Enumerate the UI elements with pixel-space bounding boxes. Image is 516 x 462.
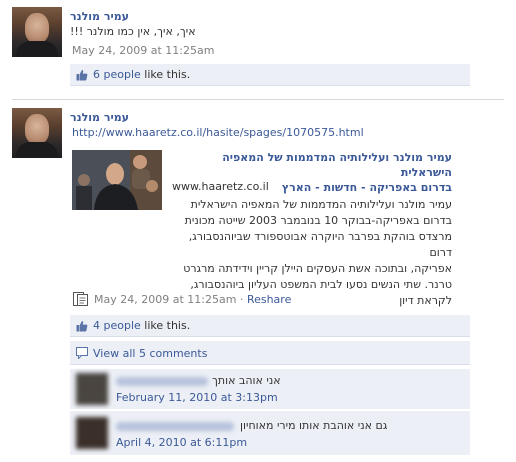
post-message: איך, איך, אין כמו מולנר !!!: [70, 25, 196, 38]
link-preview-title-line: עמיר מולנר ועלילותיה המדממות של המאפיה ה…: [222, 151, 452, 179]
likes-count-link[interactable]: 6 people: [93, 68, 141, 81]
likes-bar: 6 people like this.: [70, 64, 470, 86]
post-author-name[interactable]: עמיר מולנר: [70, 111, 129, 124]
avatar-shirt: [16, 41, 58, 57]
meta-separator: ·: [236, 293, 247, 306]
likes-count-link[interactable]: 4 people: [93, 319, 141, 332]
view-all-comments-link[interactable]: View all 5 comments: [93, 347, 207, 360]
avatar-face: [25, 13, 49, 43]
commenter-avatar[interactable]: [76, 373, 108, 405]
comment-timestamp[interactable]: February 11, 2010 at 3:13pm: [116, 391, 278, 404]
comment-timestamp[interactable]: April 4, 2010 at 6:11pm: [116, 436, 247, 449]
reshare-link[interactable]: Reshare: [247, 293, 291, 306]
avatar-shirt: [16, 142, 58, 158]
post-timestamp[interactable]: May 24, 2009 at 11:25am: [94, 293, 236, 306]
likes-text: 4 people like this.: [93, 319, 190, 332]
likes-text: 6 people like this.: [93, 68, 190, 81]
commenter-name[interactable]: [116, 377, 208, 386]
preview-photo-icon: [72, 150, 162, 210]
view-all-comments-bar[interactable]: View all 5 comments: [70, 341, 470, 365]
link-preview-desc-line: בדרום באפריקה-בבוקר 10 בנובמבר 2003 שייט…: [184, 214, 452, 227]
author-avatar[interactable]: [12, 108, 62, 158]
link-preview-thumbnail[interactable]: [72, 150, 162, 210]
post-timestamp[interactable]: May 24, 2009 at 11:25am: [72, 44, 214, 57]
commenter-name[interactable]: [116, 422, 234, 431]
link-attachment-icon: [73, 292, 88, 306]
comment-bubble-icon: [76, 347, 88, 359]
likes-suffix: like this.: [140, 68, 191, 81]
comment-item: גם אני אוהבת אותו מירי מאוחיון April 4, …: [70, 411, 470, 456]
post-meta-row: May 24, 2009 at 11:25am · Reshare: [94, 293, 291, 306]
link-preview-desc-line: טרנר. שתי הנשים נסעו לבית המשפט העליון ב…: [190, 278, 452, 291]
link-preview-desc-line: מרצדס בוהקת בפרבר היוקרה אבוטספורד שביוה…: [188, 230, 452, 259]
commenter-avatar[interactable]: [76, 417, 108, 449]
link-preview-domain: www.haaretz.co.il: [172, 180, 269, 193]
comment-item: אני אוהב אותך February 11, 2010 at 3:13p…: [70, 369, 470, 410]
likes-bar: 4 people like this.: [70, 315, 470, 337]
likes-suffix: like this.: [140, 319, 191, 332]
comment-text: גם אני אוהבת אותו מירי מאוחיון: [240, 419, 388, 432]
post-author-name[interactable]: עמיר מולנר: [70, 10, 129, 23]
author-avatar[interactable]: [12, 7, 62, 57]
link-preview-desc-line: עמיר מולנר ועלילותיה המדממות של המאפיה ה…: [190, 198, 452, 211]
story-divider: [12, 99, 504, 100]
like-thumb-icon: [76, 70, 88, 81]
comment-text: אני אוהב אותך: [212, 374, 281, 387]
avatar-face: [25, 114, 49, 144]
link-preview-desc-line: אפריקה, ובתוכה אשת העסקים היילן קריין וי…: [183, 262, 452, 275]
like-thumb-icon: [76, 321, 88, 332]
shared-link-url[interactable]: http://www.haaretz.co.il/hasite/spages/1…: [72, 126, 364, 139]
